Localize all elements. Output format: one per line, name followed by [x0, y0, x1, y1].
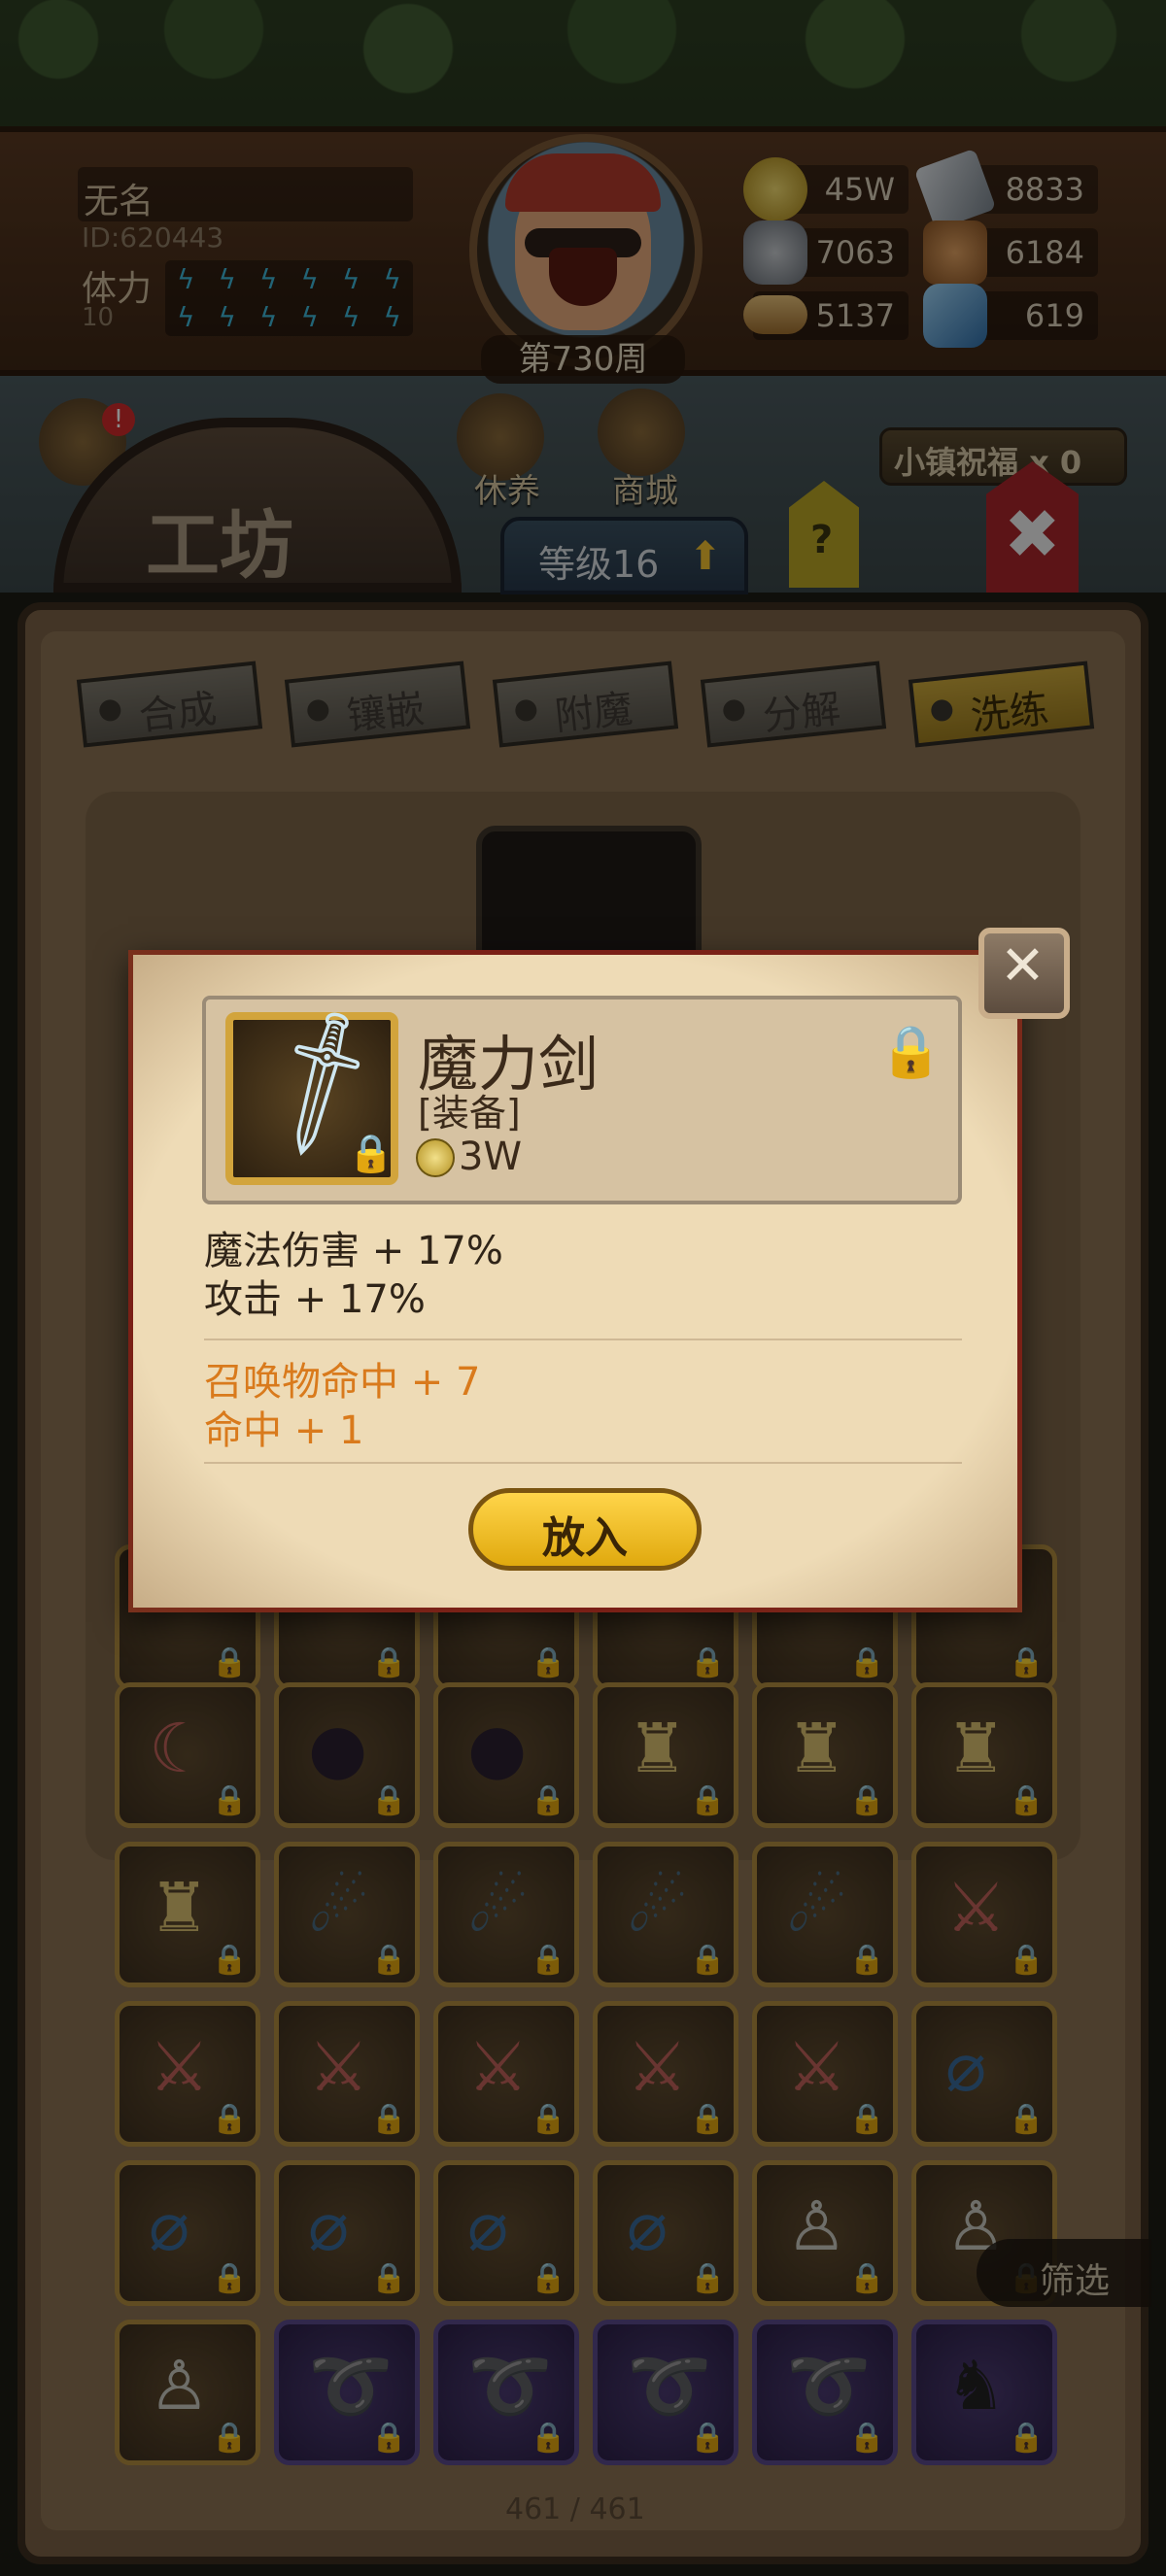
- dialog-close-button[interactable]: ✕: [978, 928, 1070, 1019]
- divider: [204, 1462, 962, 1464]
- gold-coin-icon: [416, 1138, 455, 1177]
- lock-toggle-icon[interactable]: 🔒: [879, 1022, 943, 1081]
- put-in-button[interactable]: 放入: [468, 1488, 702, 1571]
- close-icon: ✕: [1000, 934, 1046, 998]
- extra-stat-line: 命中 + 1: [204, 1408, 364, 1453]
- divider: [204, 1339, 962, 1340]
- lock-icon: 🔒: [348, 1132, 394, 1174]
- stat-line: 攻击 + 17%: [204, 1277, 426, 1322]
- item-price: 3W: [459, 1135, 522, 1179]
- item-type: [装备]: [418, 1092, 521, 1135]
